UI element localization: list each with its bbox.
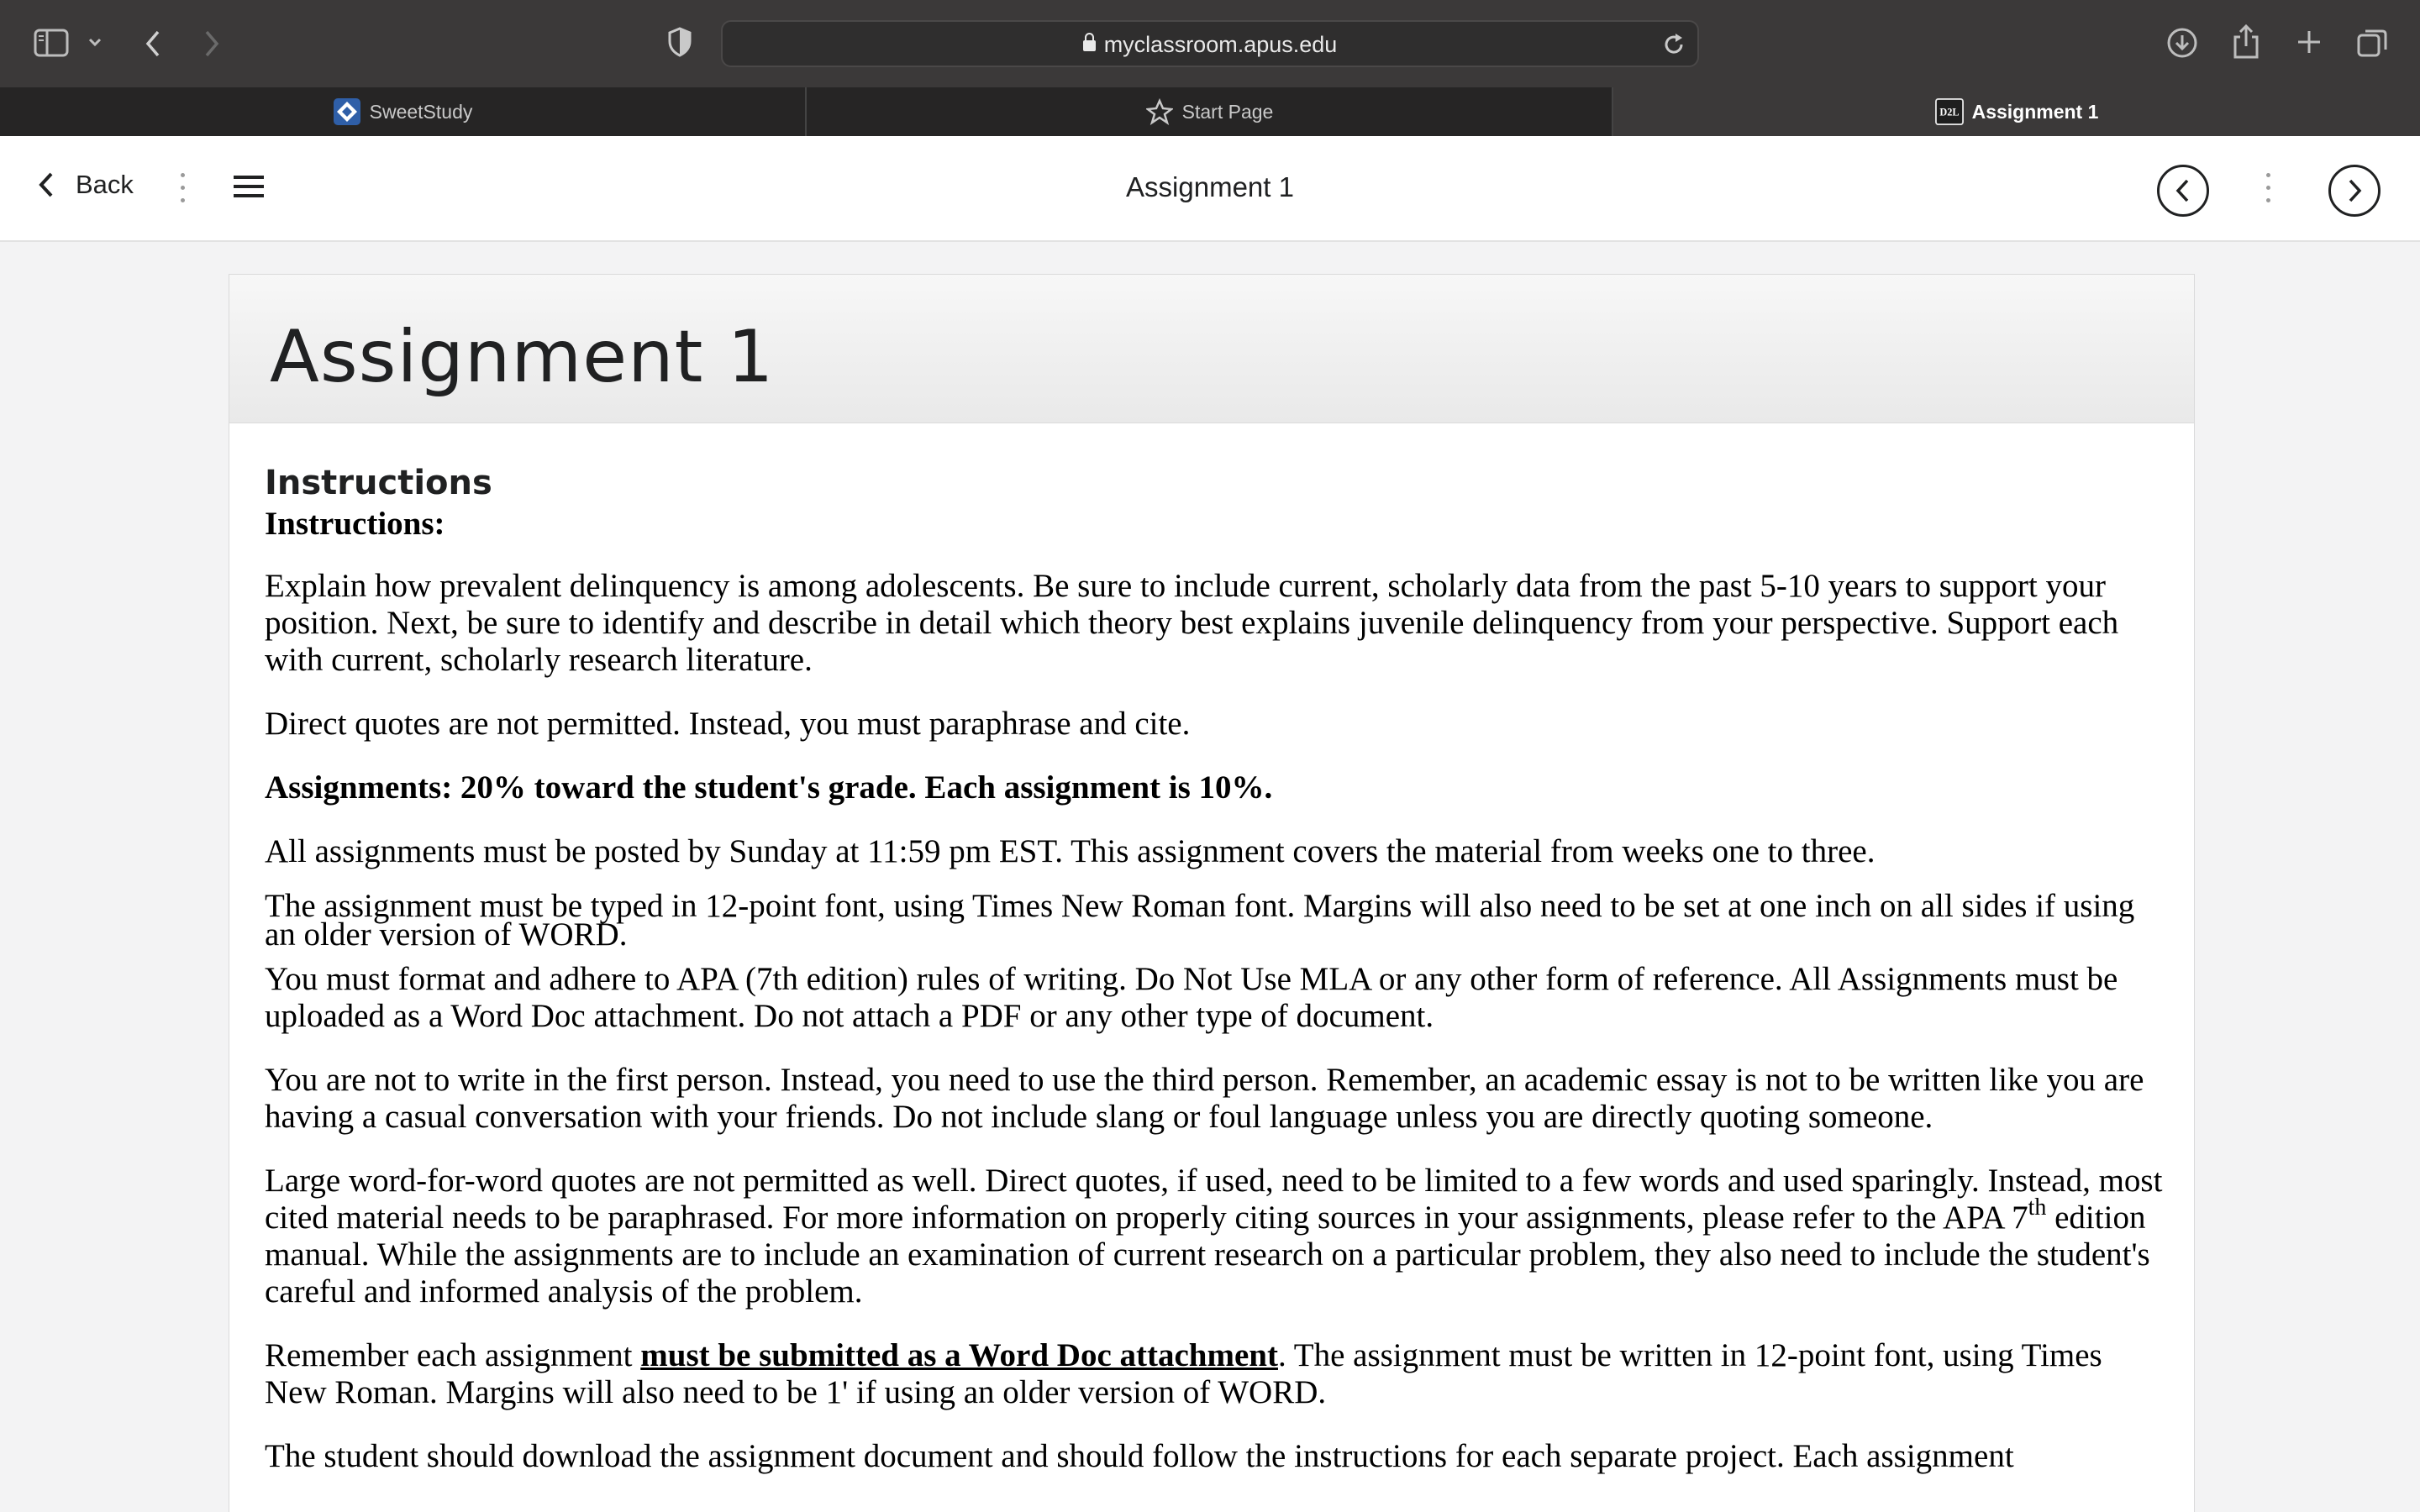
app-header: Back Assignment 1 — [0, 136, 2420, 242]
page-title: Assignment 1 — [270, 315, 775, 399]
reload-icon[interactable] — [1662, 32, 1686, 57]
share-icon[interactable] — [2232, 24, 2260, 59]
browser-back-icon[interactable] — [143, 29, 163, 59]
instructions-card: Instructions Instructions: Explain how p… — [229, 423, 2195, 1512]
browser-toolbar: myclassroom.apus.edu — [0, 0, 2420, 87]
paragraph: All assignments must be posted by Sunday… — [265, 833, 1876, 869]
assignment-content: Assignment 1 Instructions Instructions: … — [229, 274, 2195, 1512]
new-tab-icon[interactable] — [2296, 29, 2323, 55]
tab-start-page[interactable]: Start Page — [807, 87, 1613, 136]
divider-dots — [2266, 173, 2271, 211]
sidebar-toggle-icon[interactable] — [34, 29, 69, 57]
previous-button[interactable] — [2157, 165, 2209, 217]
tab-label: Start Page — [1181, 100, 1274, 123]
instructions-subheading: Instructions: — [265, 506, 445, 542]
download-icon[interactable] — [2166, 27, 2198, 59]
paragraph: You must format and adhere to APA (7th e… — [265, 961, 2118, 1034]
tab-overview-icon[interactable] — [2356, 27, 2388, 59]
tab-label: SweetStudy — [369, 100, 473, 123]
paragraph: You are not to write in the first person… — [265, 1062, 2144, 1135]
d2l-favicon-icon: D2L — [1934, 97, 1964, 126]
browser-forward-icon[interactable] — [202, 29, 222, 59]
grade-weight-paragraph: Assignments: 20% toward the student's gr… — [265, 769, 1273, 806]
instructions-text: Instructions: Explain how prevalent deli… — [265, 506, 2164, 1502]
lock-icon — [1082, 33, 1096, 51]
paragraph: The assignment must be typed in 12-point… — [265, 888, 2135, 953]
address-bar[interactable]: myclassroom.apus.edu — [721, 20, 1699, 67]
paragraph: The student should download the assignme… — [265, 1438, 2014, 1474]
word-doc-emphasis: must be submitted as a Word Doc attachme… — [640, 1337, 1278, 1373]
chevron-down-icon[interactable] — [87, 37, 103, 47]
star-icon — [1145, 97, 1174, 126]
header-title: Assignment 1 — [1126, 171, 1294, 202]
tab-bar: SweetStudy Start Page D2L Assignment 1 — [0, 87, 2420, 136]
svg-text:D2L: D2L — [1939, 107, 1959, 118]
paragraph: Large word-for-word quotes are not permi… — [265, 1163, 2163, 1310]
paragraph: Remember each assignment must be submitt… — [265, 1337, 2102, 1410]
section-heading: Instructions — [265, 464, 492, 502]
paragraph: Explain how prevalent delinquency is amo… — [265, 568, 2119, 678]
tab-sweetstudy[interactable]: SweetStudy — [0, 87, 807, 136]
url-text: myclassroom.apus.edu — [1103, 32, 1338, 57]
tab-assignment-1[interactable]: D2L Assignment 1 — [1613, 87, 2420, 136]
next-button[interactable] — [2328, 165, 2381, 217]
paragraph: Direct quotes are not permitted. Instead… — [265, 706, 1191, 742]
tab-label: Assignment 1 — [1971, 100, 2099, 123]
chevron-left-icon — [2175, 179, 2189, 202]
sweetstudy-favicon-icon — [333, 97, 361, 126]
privacy-shield-icon[interactable] — [667, 27, 692, 57]
chevron-right-icon — [2349, 179, 2362, 202]
title-card: Assignment 1 — [229, 274, 2195, 423]
